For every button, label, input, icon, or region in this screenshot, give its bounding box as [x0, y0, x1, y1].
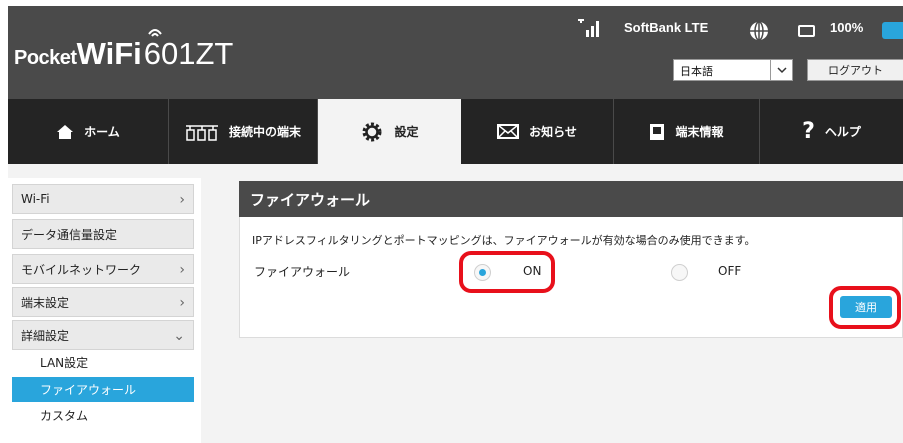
nav-item-settings[interactable]: 設定 — [318, 99, 461, 164]
signal-icon — [578, 19, 599, 37]
nav-item-help[interactable]: ? ヘルプ — [760, 99, 903, 164]
nav-item-news[interactable]: お知らせ — [461, 99, 614, 164]
language-value: 日本語 — [680, 65, 713, 78]
help-icon: ? — [802, 119, 815, 144]
language-select[interactable]: 日本語 — [673, 59, 793, 81]
nav-item-device-info[interactable]: 端末情報 — [614, 99, 760, 164]
nav-item-label: 接続中の端末 — [228, 125, 301, 139]
sidebar-item-label: データ通信量設定 — [21, 227, 118, 242]
brand-pocket: Pocket — [14, 47, 77, 69]
firewall-label: ファイアウォール — [254, 265, 351, 279]
nav-item-label: ホーム — [84, 125, 120, 139]
globe-icon — [750, 21, 768, 41]
apply-button[interactable]: 適用 — [840, 296, 892, 318]
nav-item-label: 端末情報 — [675, 125, 724, 139]
sidebar-item-label: Wi-Fi — [21, 192, 50, 206]
nav-item-label: お知らせ — [529, 125, 577, 139]
sidebar-item-label: 端末設定 — [21, 295, 70, 310]
chevron-down-icon: ⌄ — [173, 328, 185, 344]
nav-item-label: ヘルプ — [824, 125, 861, 139]
carrier-status: SoftBank LTE — [624, 20, 709, 35]
device-info-icon — [649, 123, 665, 141]
home-icon — [56, 124, 74, 140]
mail-icon — [497, 124, 520, 139]
radio-on-label: ON — [523, 264, 542, 278]
nav-item-devices[interactable]: 接続中の端末 — [169, 99, 318, 164]
chevron-right-icon: › — [179, 295, 185, 311]
battery-level: 100% — [830, 20, 864, 35]
chevron-right-icon: › — [179, 262, 185, 278]
radio-off-label: OFF — [718, 264, 742, 278]
chevron-down-icon[interactable] — [770, 60, 792, 80]
sidebar-item-wifi[interactable]: Wi-Fi › — [12, 184, 194, 214]
sidebar-item-label: 詳細設定 — [21, 328, 70, 343]
sidebar-subitem-lan[interactable]: LAN設定 — [12, 350, 194, 375]
radio-off[interactable] — [671, 264, 688, 281]
brand-wifi: WiFi — [76, 36, 142, 71]
devices-icon — [185, 123, 219, 141]
sidebar-item-mobile-network[interactable]: モバイルネットワーク › — [12, 254, 194, 284]
nav-item-label: 設定 — [394, 125, 419, 139]
sidebar-subitem-firewall[interactable]: ファイアウォール — [12, 377, 194, 402]
gear-icon — [360, 120, 384, 144]
sidebar-subitem-label: カスタム — [40, 409, 89, 423]
battery-fill-icon — [882, 22, 903, 39]
sidebar-item-label: モバイルネットワーク — [21, 262, 142, 277]
sidebar-subitem-custom[interactable]: カスタム — [12, 403, 194, 428]
sidebar-item-device-settings[interactable]: 端末設定 › — [12, 287, 194, 317]
sidebar-subitem-label: LAN設定 — [40, 356, 89, 370]
brand-logo: PocketWiFi601ZT — [14, 36, 233, 72]
battery-icon — [798, 25, 815, 37]
sidebar-item-data-usage[interactable]: データ通信量設定 — [12, 219, 194, 249]
radio-on[interactable] — [474, 264, 491, 281]
wifi-mark-icon — [148, 29, 162, 37]
sidebar-subitem-label: ファイアウォール — [40, 383, 137, 397]
sidebar-item-advanced[interactable]: 詳細設定 ⌄ — [12, 320, 194, 350]
firewall-description: IPアドレスフィルタリングとポートマッピングは、ファイアウォールが有効な場合のみ… — [252, 234, 756, 247]
logout-button[interactable]: ログアウト — [807, 59, 903, 81]
brand-model: 601ZT — [143, 36, 234, 71]
page-title: ファイアウォール — [239, 181, 903, 217]
chevron-right-icon: › — [179, 192, 185, 208]
nav-item-home[interactable]: ホーム — [8, 99, 169, 164]
